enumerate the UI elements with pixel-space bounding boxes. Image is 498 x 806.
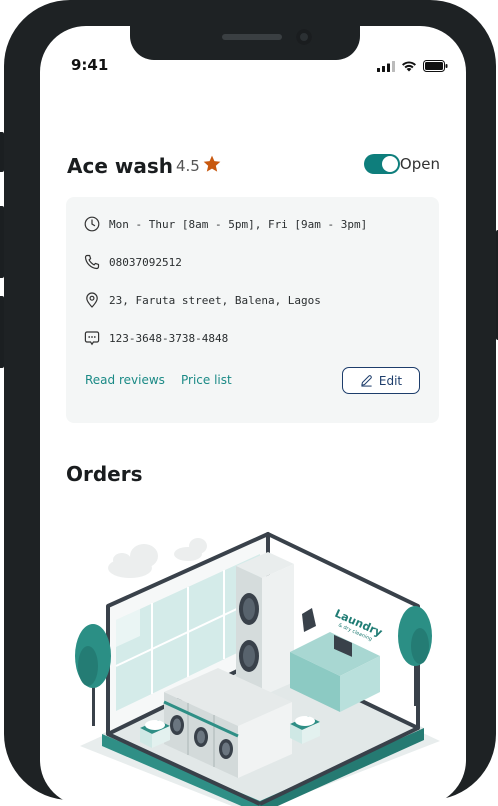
address-text: 23, Faruta street, Balena, Lagos xyxy=(109,293,321,307)
mute-switch xyxy=(0,132,4,172)
front-camera xyxy=(296,29,312,45)
account-row: 123-3648-3738-4848 xyxy=(84,330,228,346)
phone-row: 08037092512 xyxy=(84,254,182,270)
hours-row: Mon - Thur [8am - 5pm], Fri [9am - 3pm] xyxy=(84,216,367,232)
message-dots-icon xyxy=(84,331,100,346)
phone-screen: 9:41 Ace wash 4.5 Open Mon - Thur [8am -… xyxy=(40,26,466,806)
open-status-label: Open xyxy=(399,155,440,173)
signal-icon xyxy=(377,61,395,72)
shop-details-card: Mon - Thur [8am - 5pm], Fri [9am - 3pm] … xyxy=(66,197,439,423)
edit-button[interactable]: Edit xyxy=(342,367,420,394)
shop-name: Ace wash xyxy=(67,154,173,178)
battery-icon xyxy=(423,60,448,72)
notch xyxy=(130,26,360,60)
status-icons xyxy=(377,60,448,72)
clock-icon xyxy=(84,216,100,232)
status-time: 9:41 xyxy=(71,56,109,74)
address-row: 23, Faruta street, Balena, Lagos xyxy=(84,292,321,308)
shop-header: Ace wash 4.5 Open xyxy=(67,154,440,184)
tree-left xyxy=(75,624,111,726)
phone-frame: 9:41 Ace wash 4.5 Open Mon - Thur [8am -… xyxy=(0,0,498,806)
stacked-dryers xyxy=(236,552,294,696)
open-toggle[interactable] xyxy=(364,154,400,174)
volume-up-button xyxy=(0,206,4,278)
laundry-illustration: Laundry & dry cleaning xyxy=(75,532,440,806)
pencil-icon xyxy=(361,375,372,387)
edit-button-label: Edit xyxy=(378,373,403,388)
star-icon xyxy=(203,155,221,172)
price-list-link[interactable]: Price list xyxy=(181,373,232,387)
phone-text: 08037092512 xyxy=(109,255,182,269)
speaker-grille xyxy=(222,34,282,40)
read-reviews-link[interactable]: Read reviews xyxy=(85,373,165,387)
volume-down-button xyxy=(0,296,4,368)
wifi-icon xyxy=(402,61,416,72)
rating-value: 4.5 xyxy=(176,157,200,175)
location-pin-icon xyxy=(86,292,98,308)
toggle-knob xyxy=(382,156,398,172)
account-number-text: 123-3648-3738-4848 xyxy=(109,331,229,345)
hours-text: Mon - Thur [8am - 5pm], Fri [9am - 3pm] xyxy=(109,217,368,231)
phone-icon xyxy=(84,254,100,270)
orders-heading: Orders xyxy=(66,462,143,486)
